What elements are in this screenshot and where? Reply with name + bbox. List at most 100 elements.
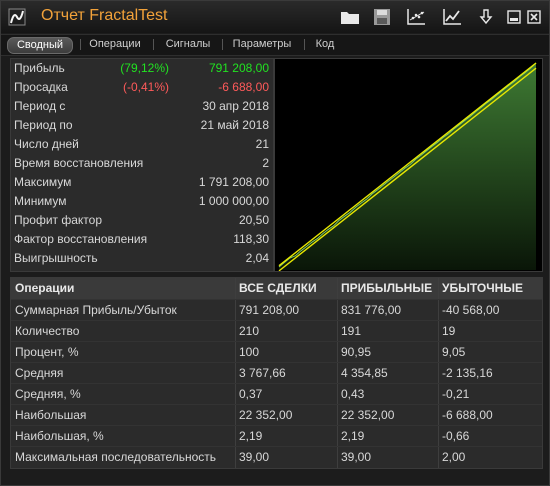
table-row: Наибольшая, % 2,19 2,19 -0,66 [11,425,542,447]
table-cell: Средняя, % [15,387,81,401]
summary-label: Время восстановления [14,156,144,170]
table-cell: Количество [15,324,80,338]
summary-value: 21 май 2018 [200,118,269,132]
summary-percent: (79,12%) [120,61,169,75]
table-cell: 22 352,00 [341,408,395,422]
summary-label: Период с [14,99,66,113]
summary-value: 20,50 [238,213,269,227]
table-cell: Наибольшая [15,408,87,422]
operations-table: Операции ВСЕ СДЕЛКИ ПРИБЫЛЬНЫЕ УБЫТОЧНЫЕ… [10,277,543,469]
folder-icon[interactable] [339,6,361,28]
table-cell: 90,95 [341,345,372,359]
table-cell: 39,00 [239,450,270,464]
table-row: Суммарная Прибыль/Убыток 791 208,00 831 … [11,299,542,321]
window-title: Отчет FractalTest [41,7,168,24]
summary-label: Максимум [14,175,72,189]
summary-value: 2 [262,156,269,170]
tab-summary[interactable]: Сводный [7,37,73,54]
summary-value: 21 [255,137,269,151]
tab-signals[interactable]: Сигналы [156,37,220,52]
summary-value: -6 688,00 [218,80,269,94]
table-cell: 0,37 [239,387,263,401]
table-row: Средняя, % 0,37 0,43 -0,21 [11,383,542,405]
summary-row-minimum: Минимум 1 000 000,00 [11,192,273,211]
summary-label: Выигрышность [14,251,98,265]
tab-separator [222,39,223,50]
column-header-profitable: ПРИБЫЛЬНЫЕ [341,281,433,295]
table-row: Средняя 3 767,66 4 354,85 -2 135,16 [11,362,542,384]
summary-value: 30 апр 2018 [202,99,269,113]
table-cell: -0,21 [442,387,470,401]
table-cell: 4 354,85 [341,366,388,380]
table-cell: Процент, % [15,345,79,359]
table-cell: 210 [239,324,260,338]
summary-label: Минимум [14,194,67,208]
summary-value: 791 208,00 [208,61,269,75]
summary-percent: (-0,41%) [122,80,169,94]
summary-value: 1 791 208,00 [198,175,269,189]
table-cell: 39,00 [341,450,372,464]
summary-row-win-rate: Выигрышность 2,04 [11,249,273,268]
table-cell: 831 776,00 [341,303,402,317]
tab-operations[interactable]: Операции [83,37,147,52]
line-chart-icon[interactable] [441,6,463,28]
title-bar: Отчет FractalTest [1,1,549,33]
tab-code[interactable]: Код [307,37,343,52]
summary-row-days: Число дней 21 [11,135,273,154]
summary-value: 118,30 [233,232,269,246]
table-cell: 2,19 [239,429,263,443]
column-header-all-trades: ВСЕ СДЕЛКИ [239,281,317,295]
table-cell: 791 208,00 [239,303,300,317]
minimize-icon[interactable] [503,6,525,28]
table-cell: 19 [442,324,456,338]
app-icon [8,8,26,26]
summary-row-maximum: Максимум 1 791 208,00 [11,173,273,192]
scatter-chart-icon[interactable] [405,6,427,28]
report-window: Отчет FractalTest Сводный Операции Сигна… [0,0,550,486]
table-cell: 3 767,66 [239,366,286,380]
column-header-operations: Операции [15,281,75,295]
save-icon[interactable] [371,6,393,28]
table-cell: 100 [239,345,260,359]
table-row: Количество 210 191 19 [11,320,542,342]
summary-row-profit: Прибыль (79,12%) 791 208,00 [11,59,273,78]
tab-separator [153,39,154,50]
summary-label: Профит фактор [14,213,103,227]
table-cell: Максимальная последовательность [15,450,217,464]
summary-row-period-to: Период по 21 май 2018 [11,116,273,135]
table-cell: 9,05 [442,345,466,359]
table-cell: -40 568,00 [442,303,500,317]
tab-separator [80,39,81,50]
summary-label: Число дней [14,137,79,151]
summary-row-drawdown: Просадка (-0,41%) -6 688,00 [11,78,273,97]
summary-row-recovery-time: Время восстановления 2 [11,154,273,173]
close-icon[interactable] [523,6,545,28]
equity-chart [274,58,543,272]
summary-row-recovery-factor: Фактор восстановления 118,30 [11,230,273,249]
tab-parameters[interactable]: Параметры [225,37,299,52]
table-cell: Суммарная Прибыль/Убыток [15,303,177,317]
summary-value: 1 000 000,00 [198,194,269,208]
table-cell: -6 688,00 [442,408,493,422]
equity-chart-svg [278,62,537,272]
summary-value: 2,04 [245,251,269,265]
summary-label: Фактор восстановления [14,232,148,246]
summary-row-period-from: Период с 30 апр 2018 [11,97,273,116]
table-cell: 22 352,00 [239,408,293,422]
table-cell: -2 135,16 [442,366,493,380]
download-icon[interactable] [475,6,497,28]
table-header: Операции ВСЕ СДЕЛКИ ПРИБЫЛЬНЫЕ УБЫТОЧНЫЕ [11,278,542,299]
table-row: Наибольшая 22 352,00 22 352,00 -6 688,00 [11,404,542,426]
table-row: Процент, % 100 90,95 9,05 [11,341,542,363]
table-cell: Средняя [15,366,64,380]
table-row: Максимальная последовательность 39,00 39… [11,446,542,468]
tab-separator [304,39,305,50]
table-cell: 0,43 [341,387,365,401]
table-cell: 191 [341,324,362,338]
summary-panel: Прибыль (79,12%) 791 208,00 Просадка (-0… [10,58,274,272]
summary-label: Период по [14,118,73,132]
table-cell: 2,00 [442,450,466,464]
column-header-losing: УБЫТОЧНЫЕ [442,281,524,295]
table-cell: 2,19 [341,429,365,443]
table-cell: Наибольшая, % [15,429,104,443]
